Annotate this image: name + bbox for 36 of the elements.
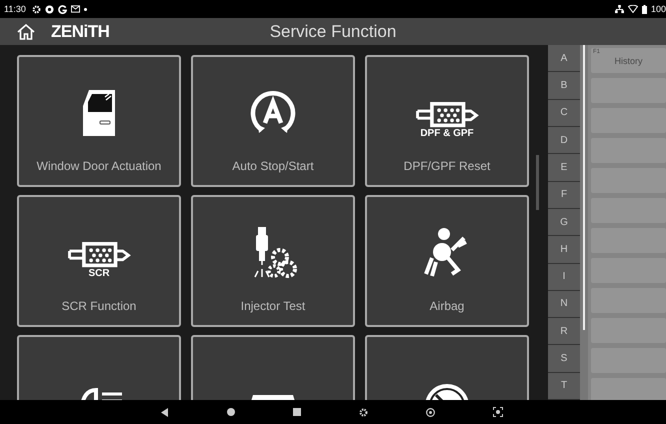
function-tile[interactable]: Injector Test <box>191 195 355 327</box>
history-title: History <box>614 56 642 66</box>
battery-icon <box>642 4 647 14</box>
icon-caption: SCR <box>88 268 110 278</box>
app-icon <box>44 4 54 14</box>
function-tile[interactable]: Airbag <box>365 195 529 327</box>
home-icon[interactable] <box>17 24 35 40</box>
history-slot[interactable] <box>591 378 666 400</box>
function-tile[interactable]: Auto Stop/Start <box>191 55 355 187</box>
brand-logo: ZENiTH <box>51 22 110 42</box>
function-tile[interactable]: Window Door Actuation <box>17 55 181 187</box>
gear-icon[interactable] <box>359 408 368 416</box>
function-tile[interactable]: SCR SCR Function <box>17 195 181 327</box>
back-icon[interactable] <box>161 408 169 416</box>
mail-icon <box>70 5 80 13</box>
g-icon <box>58 4 67 14</box>
browser-icon[interactable] <box>426 408 435 416</box>
dot-icon <box>84 8 87 10</box>
wifi-icon <box>628 5 638 13</box>
status-time: 11:30 <box>4 4 26 14</box>
icon-caption: DPF & GPF <box>420 128 474 138</box>
tile-label: Injector Test <box>240 299 306 313</box>
gear-icon <box>32 4 41 14</box>
function-tile[interactable]: DPF & GPF DPF/GPF Reset <box>365 55 529 187</box>
tile-label: Auto Stop/Start <box>232 159 314 173</box>
recents-icon[interactable] <box>293 408 301 416</box>
network-icon <box>614 4 624 14</box>
screenshot-icon[interactable] <box>493 407 503 417</box>
scroll-indicator <box>536 155 539 210</box>
battery-percent: 100 <box>650 4 666 14</box>
tile-label: DPF/GPF Reset <box>404 159 490 173</box>
tile-label: Airbag <box>430 299 464 313</box>
tile-label: Window Door Actuation <box>36 159 162 173</box>
tile-label: SCR Function <box>62 299 136 313</box>
page-title: Service Function <box>270 22 396 42</box>
home-icon[interactable] <box>227 408 235 416</box>
